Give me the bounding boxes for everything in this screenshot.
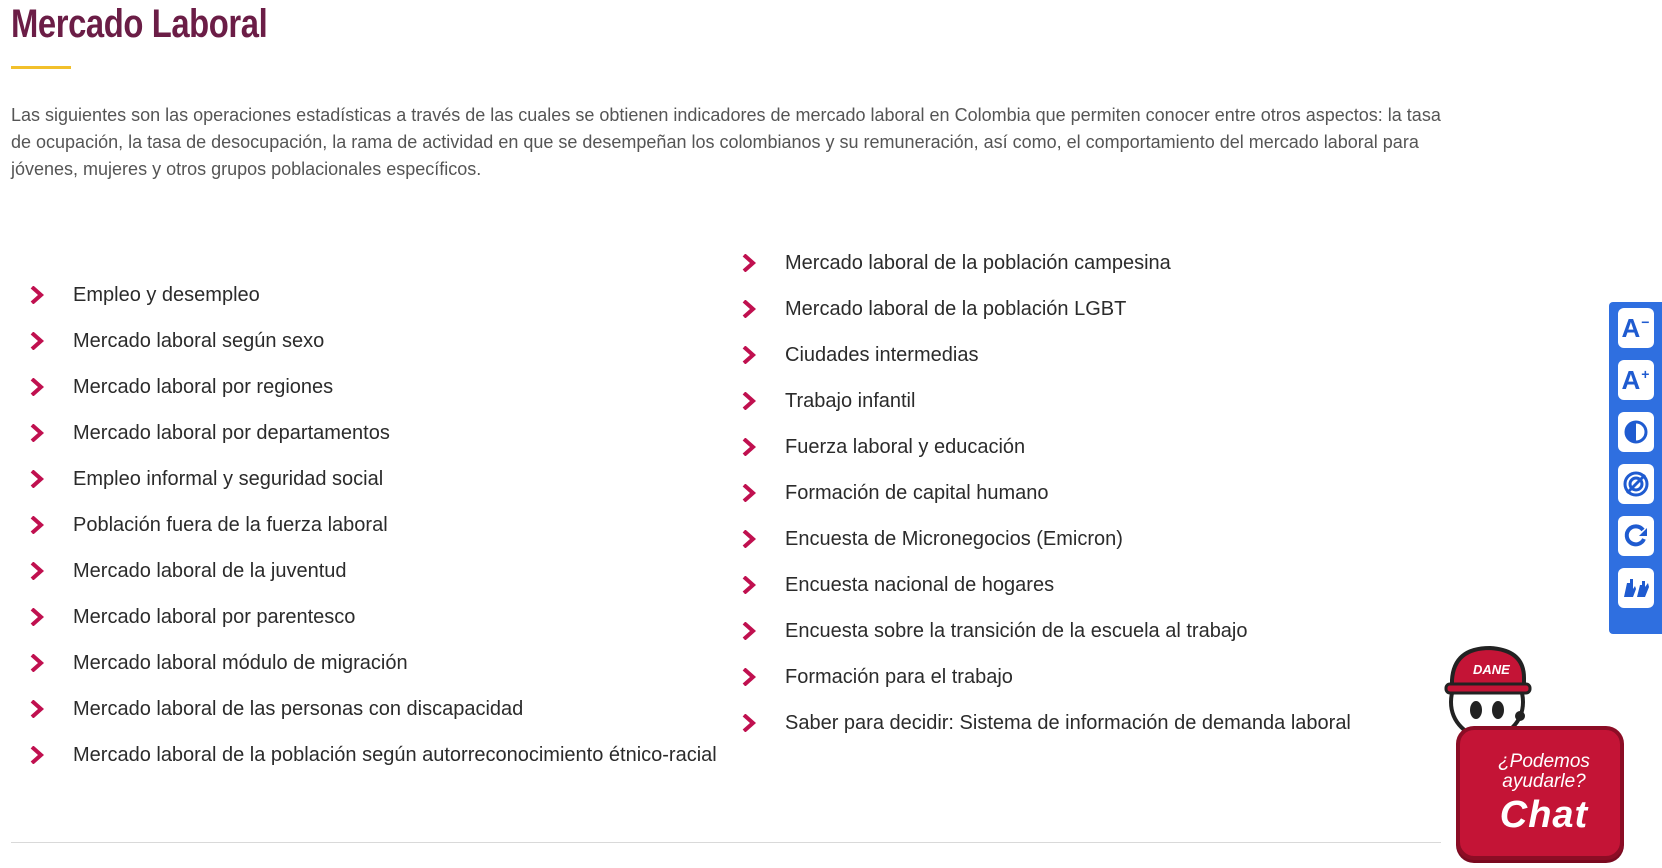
intro-paragraph: Las siguientes son las operaciones estad… [11, 105, 1441, 179]
chat-widget[interactable]: DANE ¿Podemos ayudarle? Chat [1432, 640, 1632, 868]
operation-link-label: Empleo informal y seguridad social [73, 467, 384, 490]
operation-link-label: Población fuera de la fuerza laboral [73, 513, 388, 536]
operation-link[interactable]: Encuesta de Micronegocios (Emicron) [740, 516, 1351, 562]
chevron-right-icon [28, 654, 46, 672]
chevron-right-icon [28, 332, 46, 350]
operation-link-label: Encuesta de Micronegocios (Emicron) [785, 527, 1123, 550]
sign-language-button[interactable] [1617, 568, 1654, 608]
text-increase-icon: A+ [1621, 364, 1650, 395]
operation-link-label: Mercado laboral por parentesco [73, 605, 356, 628]
page-title: Mercado Laboral [11, 2, 268, 46]
chevron-right-icon [740, 346, 758, 364]
operation-link[interactable]: Mercado laboral por parentesco [28, 594, 717, 640]
grayscale-button[interactable] [1617, 464, 1654, 504]
increase-text-button[interactable]: A+ [1617, 360, 1654, 400]
chevron-right-icon [740, 530, 758, 548]
operation-link[interactable]: Mercado laboral según sexo [28, 318, 717, 364]
chat-label: Chat [1499, 794, 1589, 836]
operation-link[interactable]: Mercado laboral módulo de migración [28, 640, 717, 686]
contrast-button[interactable] [1617, 412, 1654, 452]
chevron-right-icon [28, 608, 46, 626]
chevron-right-icon [740, 300, 758, 318]
chevron-right-icon [740, 254, 758, 272]
operations-list-right: Mercado laboral de la población campesin… [740, 240, 1351, 746]
operation-link[interactable]: Fuerza laboral y educación [740, 424, 1351, 470]
operation-link[interactable]: Mercado laboral de la población campesin… [740, 240, 1351, 286]
operation-link-label: Mercado laboral de la juventud [73, 559, 347, 582]
operation-link-label: Encuesta nacional de hogares [785, 573, 1055, 596]
chevron-right-icon [740, 714, 758, 732]
operation-link[interactable]: Mercado laboral de las personas con disc… [28, 686, 717, 732]
chat-bubble[interactable]: ¿Podemos ayudarle? Chat [1456, 726, 1624, 860]
chevron-right-icon [28, 424, 46, 442]
operation-link-label: Mercado laboral por regiones [73, 375, 334, 398]
chevron-right-icon [28, 286, 46, 304]
operation-link-label: Mercado laboral según sexo [73, 329, 325, 352]
operation-link[interactable]: Encuesta sobre la transición de la escue… [740, 608, 1351, 654]
text-decrease-icon: A− [1621, 312, 1650, 343]
sign-language-icon [1623, 579, 1649, 597]
operation-link-label: Fuerza laboral y educación [785, 435, 1026, 458]
reset-icon [1624, 524, 1647, 547]
operation-link[interactable]: Mercado laboral por departamentos [28, 410, 717, 456]
mascot-badge: DANE [1473, 662, 1510, 677]
chevron-right-icon [28, 700, 46, 718]
operation-link[interactable]: Ciudades intermedias [740, 332, 1351, 378]
chat-prompt: ¿Podemos ayudarle? [1498, 751, 1590, 792]
chevron-right-icon [740, 484, 758, 502]
chevron-right-icon [740, 438, 758, 456]
operation-link[interactable]: Empleo informal y seguridad social [28, 456, 717, 502]
operation-link-label: Encuesta sobre la transición de la escue… [785, 619, 1248, 642]
operation-link[interactable]: Empleo y desempleo [28, 272, 717, 318]
operation-link-label: Trabajo infantil [785, 389, 916, 412]
operation-link-label: Mercado laboral de la población campesin… [785, 251, 1171, 274]
operation-link-label: Mercado laboral de la población LGBT [785, 297, 1127, 320]
section-divider [11, 842, 1441, 843]
operation-link[interactable]: Mercado laboral de la población LGBT [740, 286, 1351, 332]
operation-link[interactable]: Formación para el trabajo [740, 654, 1351, 700]
operation-link[interactable]: Mercado laboral por regiones [28, 364, 717, 410]
operation-link-label: Mercado laboral módulo de migración [73, 651, 408, 674]
operation-link[interactable]: Formación de capital humano [740, 470, 1351, 516]
chevron-right-icon [28, 746, 46, 764]
reset-button[interactable] [1617, 516, 1654, 556]
grayscale-icon [1623, 471, 1648, 497]
operations-list-left: Empleo y desempleo Mercado laboral según … [28, 272, 717, 778]
operation-link[interactable]: Encuesta nacional de hogares [740, 562, 1351, 608]
chevron-right-icon [740, 668, 758, 686]
operation-link[interactable]: Trabajo infantil [740, 378, 1351, 424]
chevron-right-icon [740, 576, 758, 594]
decrease-text-button[interactable]: A− [1617, 308, 1654, 348]
operation-link[interactable]: Mercado laboral de la juventud [28, 548, 717, 594]
chevron-right-icon [28, 516, 46, 534]
chevron-right-icon [28, 470, 46, 488]
operation-link-label: Mercado laboral de la población según au… [73, 743, 717, 766]
chevron-right-icon [740, 622, 758, 640]
operation-link[interactable]: Población fuera de la fuerza laboral [28, 502, 717, 548]
operation-link-label: Empleo y desempleo [73, 283, 260, 306]
chevron-right-icon [28, 378, 46, 396]
operation-link-label: Saber para decidir: Sistema de informaci… [785, 711, 1351, 734]
title-underline [11, 66, 71, 69]
chevron-right-icon [740, 392, 758, 410]
operation-link-label: Formación de capital humano [785, 481, 1049, 504]
accessibility-toolbar: A− A+ [1609, 302, 1662, 634]
operation-link-label: Ciudades intermedias [785, 343, 979, 366]
operation-link[interactable]: Mercado laboral de la población según au… [28, 732, 717, 778]
operation-link-label: Formación para el trabajo [785, 665, 1013, 688]
operation-link-label: Mercado laboral de las personas con disc… [73, 697, 524, 720]
chevron-right-icon [28, 562, 46, 580]
operation-link-label: Mercado laboral por departamentos [73, 421, 390, 444]
contrast-icon [1624, 420, 1647, 444]
operation-link[interactable]: Saber para decidir: Sistema de informaci… [740, 700, 1351, 746]
